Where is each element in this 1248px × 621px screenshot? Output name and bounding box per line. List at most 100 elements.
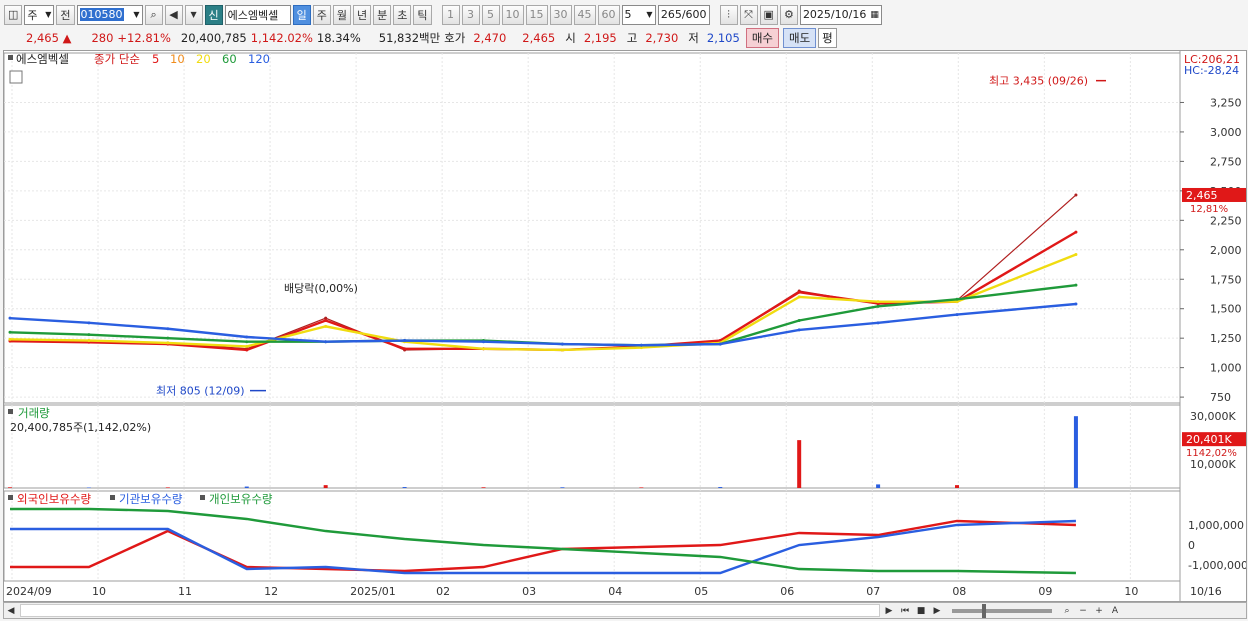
ask-price: 2,470 bbox=[473, 31, 507, 45]
change: 280 bbox=[91, 31, 114, 45]
sound-icon[interactable]: ◀ bbox=[164, 4, 183, 25]
period-tab-0[interactable]: 일 bbox=[292, 4, 311, 25]
minus-icon[interactable]: − bbox=[1076, 603, 1090, 618]
price-tick-label-5: 2,000 bbox=[1210, 244, 1242, 257]
chart-svg[interactable]: 에스엠벡셀 종가 단순 5 10 20 60 120최고 3,435 (09/26)최저 8… bbox=[3, 51, 1248, 601]
point-4-8 bbox=[639, 343, 643, 347]
play-icon[interactable]: ▶ bbox=[930, 603, 944, 618]
price-tick-label-9: 1,000 bbox=[1210, 362, 1242, 375]
save-icon[interactable]: ▣ bbox=[759, 4, 778, 25]
magnify-icon[interactable]: ⌕ bbox=[1060, 603, 1074, 618]
dropdown-icon[interactable]: ▼ bbox=[184, 4, 203, 25]
volume-bar-6 bbox=[481, 487, 486, 488]
stop-icon[interactable]: ■ bbox=[914, 603, 928, 618]
count-max: /600 bbox=[681, 8, 707, 21]
x-tick-label-10: 07 bbox=[866, 585, 880, 598]
point-1-3 bbox=[245, 348, 249, 352]
volume-bar-0 bbox=[8, 487, 12, 488]
volume-bar-11 bbox=[876, 484, 881, 488]
price-tick-label-2: 2,750 bbox=[1210, 155, 1242, 168]
legend-ma-10: 10 bbox=[170, 52, 185, 66]
interval-button-5[interactable]: 5 bbox=[481, 4, 500, 25]
calc-icon bbox=[9, 70, 23, 84]
period-tab-2[interactable]: 월 bbox=[332, 4, 352, 25]
interval-buttons: 1 3 5 10 15 30 45 60 bbox=[441, 4, 620, 25]
bid-price: 2,465 bbox=[522, 31, 556, 45]
scroll-right-icon[interactable]: ▶ bbox=[882, 603, 896, 618]
series-line-3 bbox=[9, 283, 1077, 347]
text-tool-icon[interactable]: A bbox=[1108, 603, 1122, 618]
stock-code-input[interactable]: 010580 ▼ bbox=[76, 4, 143, 25]
period-tab-6[interactable]: 틱 bbox=[413, 4, 432, 25]
period-tab-4[interactable]: 분 bbox=[373, 4, 392, 25]
zoom-slider-thumb[interactable] bbox=[982, 603, 986, 618]
legend-stock-name: 에스엠벡셀 bbox=[16, 52, 69, 66]
interval-select[interactable]: 5 ▼ bbox=[621, 4, 656, 25]
interval-button-30[interactable]: 30 bbox=[549, 4, 572, 25]
period-tab-3[interactable]: 년 bbox=[353, 4, 372, 25]
legend-ma-60: 60 bbox=[222, 52, 237, 66]
volume-current-label: 20,401K bbox=[1186, 433, 1232, 446]
point-2-7 bbox=[560, 348, 564, 352]
point-2-3 bbox=[245, 344, 249, 348]
date-value: 2025/10/16 bbox=[802, 8, 867, 21]
volume-bar-9 bbox=[718, 487, 723, 488]
point-3-13 bbox=[1074, 283, 1078, 287]
price-tick-label-10: 750 bbox=[1210, 391, 1231, 404]
panel-border-0 bbox=[3, 52, 1181, 404]
point-2-2 bbox=[166, 341, 170, 345]
scroll-left-icon[interactable]: ◀ bbox=[4, 603, 18, 618]
point-1-4 bbox=[324, 319, 328, 322]
interval-button-3[interactable]: 3 bbox=[461, 4, 480, 25]
axes: 2024/09 10 11 12 2025/01 02 03 04 05 06 07 08 09 10 10… bbox=[6, 53, 1248, 598]
chart-window-icon[interactable]: ◫ bbox=[4, 4, 23, 25]
interval-button-60[interactable]: 60 bbox=[597, 4, 620, 25]
point-4-4 bbox=[324, 340, 328, 344]
legend-ma-20: 20 bbox=[196, 52, 211, 66]
zoom-slider[interactable] bbox=[952, 603, 1052, 618]
sin-badge[interactable]: 신 bbox=[204, 4, 223, 25]
interval-button-45[interactable]: 45 bbox=[573, 4, 596, 25]
buy-button[interactable]: 매수 bbox=[745, 28, 779, 48]
search-icon[interactable]: ⌕ bbox=[144, 4, 163, 25]
zoom-tools: ▶ ⏮ ■ ▶ ⌕ − + A bbox=[882, 603, 1122, 618]
period-tab-5[interactable]: 초 bbox=[393, 4, 412, 25]
x-tick-label-1: 10 bbox=[92, 585, 106, 598]
interval-button-1[interactable]: 1 bbox=[441, 4, 460, 25]
volume: 20,400,785 bbox=[180, 31, 247, 45]
point-2-6 bbox=[482, 347, 486, 351]
point-2-13 bbox=[1074, 253, 1078, 256]
count-input[interactable]: 265/600 bbox=[657, 4, 710, 25]
x-tick-label-8: 05 bbox=[694, 585, 708, 598]
rewind-icon[interactable]: ⏮ bbox=[898, 603, 912, 618]
interval-value: 5 bbox=[624, 8, 632, 21]
point-3-3 bbox=[245, 340, 249, 344]
point-4-1 bbox=[87, 321, 91, 325]
price-panel: 에스엠벡셀 종가 단순 5 10 20 60 120 최고 3,435 (09/26) 최저 8… bbox=[8, 52, 1106, 398]
candle-type-icon[interactable]: ⫶ bbox=[719, 4, 738, 25]
interval-button-15[interactable]: 15 bbox=[525, 4, 548, 25]
scroll-track[interactable] bbox=[20, 604, 880, 617]
bid-label: 호가 bbox=[444, 31, 466, 45]
interval-button-10[interactable]: 10 bbox=[501, 4, 524, 25]
volume-ratio: 1,142.02% bbox=[250, 31, 313, 45]
legend-ma-5: 5 bbox=[152, 52, 159, 66]
point-0-13 bbox=[1074, 193, 1078, 197]
quote-bar: 2,465 ▲ 280 +12.81% 20,400,785 1,142.02%… bbox=[0, 27, 1248, 49]
chart-area[interactable]: 에스엠벡셀 종가 단순 5 10 20 60 120 최고 3,435 (09/26) 최저 8… bbox=[3, 50, 1248, 602]
count-value: 265 bbox=[660, 8, 682, 21]
period-tabs: 일주월년분초틱 bbox=[292, 4, 432, 25]
point-2-1 bbox=[87, 339, 91, 343]
eval-button[interactable]: 평 bbox=[818, 28, 837, 48]
market-select[interactable]: 주 ▼ bbox=[24, 4, 55, 25]
gear-icon[interactable]: ⚙ bbox=[779, 4, 798, 25]
crosshair-icon[interactable]: ⤧ bbox=[739, 4, 758, 25]
scrollbar[interactable]: ◀ ▶ ⏮ ■ ▶ ⌕ − + A bbox=[3, 602, 1247, 619]
period-tab-1[interactable]: 주 bbox=[312, 4, 331, 25]
plus-icon[interactable]: + bbox=[1092, 603, 1106, 618]
date-input[interactable]: 2025/10/16 ▦ bbox=[799, 4, 882, 25]
holding-legend-marker-1 bbox=[110, 495, 115, 500]
prev-button[interactable]: 전 bbox=[56, 4, 75, 25]
sell-button[interactable]: 매도 bbox=[782, 28, 817, 48]
holding-legend-2: 개인보유수량 bbox=[209, 492, 273, 506]
